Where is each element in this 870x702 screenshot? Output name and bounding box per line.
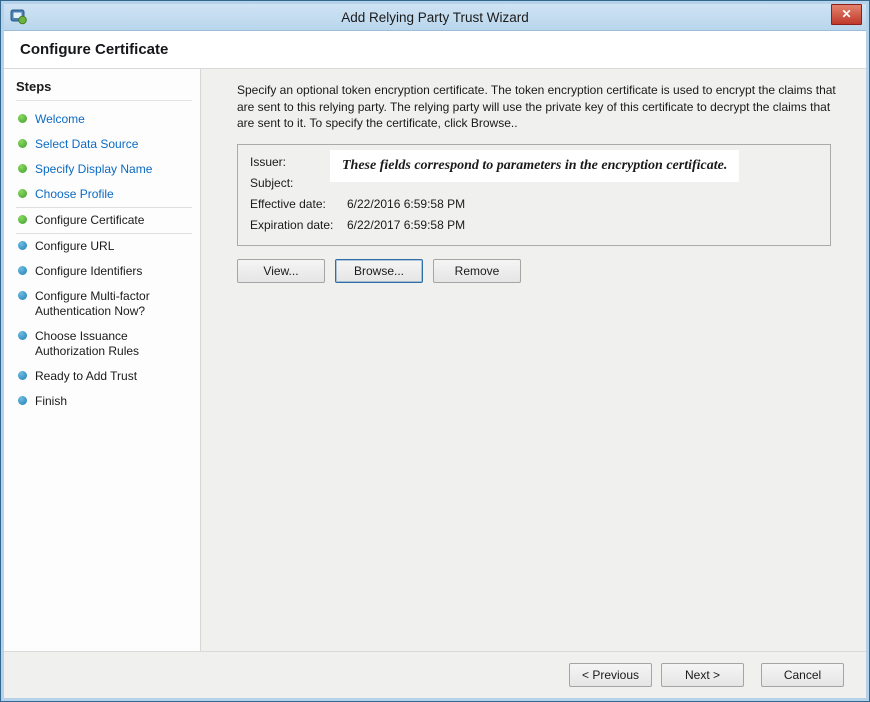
step-pending-icon: [18, 241, 27, 250]
view-button[interactable]: View...: [237, 259, 325, 283]
step-done-icon: [18, 139, 27, 148]
certificate-actions: View... Browse... Remove: [237, 259, 842, 283]
certificate-details-box: Issuer: Subject: Effective date: 6/22/20…: [237, 144, 831, 246]
sidebar-item-ready-to-add-trust: Ready to Add Trust: [16, 364, 192, 389]
window-frame: Add Relying Party Trust Wizard ✕ Configu…: [0, 0, 870, 702]
step-pending-icon: [18, 396, 27, 405]
step-current-icon: [18, 215, 27, 224]
step-pending-icon: [18, 266, 27, 275]
page-title: Configure Certificate: [20, 41, 168, 58]
steps-list: Welcome Select Data Source Specify Displ…: [16, 107, 192, 414]
cert-field-expiration-date: Expiration date: 6/22/2017 6:59:58 PM: [250, 215, 818, 236]
steps-sidebar: Steps Welcome Select Data Source Specify…: [4, 69, 201, 651]
steps-heading: Steps: [16, 79, 192, 101]
close-button[interactable]: ✕: [831, 4, 862, 25]
step-label: Configure Identifiers: [35, 264, 142, 279]
footer: < Previous Next > Cancel: [4, 651, 866, 698]
wizard-window: Add Relying Party Trust Wizard ✕ Configu…: [1, 1, 869, 701]
cert-field-value: 6/22/2017 6:59:58 PM: [347, 215, 818, 236]
sidebar-item-specify-display-name[interactable]: Specify Display Name: [16, 157, 192, 182]
annotation-note: These fields correspond to parameters in…: [330, 150, 739, 182]
step-pending-icon: [18, 371, 27, 380]
cert-field-effective-date: Effective date: 6/22/2016 6:59:58 PM: [250, 194, 818, 215]
step-pending-icon: [18, 291, 27, 300]
step-done-icon: [18, 164, 27, 173]
main-content: Specify an optional token encryption cer…: [201, 69, 866, 651]
step-pending-icon: [18, 331, 27, 340]
sidebar-item-choose-profile[interactable]: Choose Profile: [16, 182, 192, 207]
page-header: Configure Certificate: [4, 31, 866, 69]
sidebar-item-configure-url: Configure URL: [16, 234, 192, 259]
step-label: Welcome: [35, 112, 85, 127]
step-label: Configure URL: [35, 239, 114, 254]
sidebar-item-configure-mfa: Configure Multi-factor Authentication No…: [16, 284, 192, 324]
sidebar-item-configure-identifiers: Configure Identifiers: [16, 259, 192, 284]
cert-field-label: Expiration date:: [250, 215, 347, 236]
previous-button[interactable]: < Previous: [569, 663, 652, 687]
window-title: Add Relying Party Trust Wizard: [4, 10, 866, 25]
step-label: Finish: [35, 394, 67, 409]
step-label: Select Data Source: [35, 137, 138, 152]
description-text: Specify an optional token encryption cer…: [237, 82, 837, 132]
title-bar[interactable]: Add Relying Party Trust Wizard ✕: [4, 4, 866, 31]
step-label: Configure Multi-factor Authentication No…: [35, 289, 192, 319]
sidebar-item-select-data-source[interactable]: Select Data Source: [16, 132, 192, 157]
sidebar-item-choose-issuance-rules: Choose Issuance Authorization Rules: [16, 324, 192, 364]
step-done-icon: [18, 189, 27, 198]
sidebar-item-welcome[interactable]: Welcome: [16, 107, 192, 132]
cert-field-value: 6/22/2016 6:59:58 PM: [347, 194, 818, 215]
step-label: Specify Display Name: [35, 162, 152, 177]
remove-button[interactable]: Remove: [433, 259, 521, 283]
body: Steps Welcome Select Data Source Specify…: [4, 69, 866, 651]
step-label: Choose Issuance Authorization Rules: [35, 329, 192, 359]
step-done-icon: [18, 114, 27, 123]
step-label: Configure Certificate: [35, 213, 144, 228]
next-button[interactable]: Next >: [661, 663, 744, 687]
cert-field-label: Effective date:: [250, 194, 347, 215]
step-label: Choose Profile: [35, 187, 114, 202]
browse-button[interactable]: Browse...: [335, 259, 423, 283]
sidebar-item-configure-certificate: Configure Certificate: [16, 207, 192, 234]
cancel-button[interactable]: Cancel: [761, 663, 844, 687]
step-label: Ready to Add Trust: [35, 369, 137, 384]
sidebar-item-finish: Finish: [16, 389, 192, 414]
